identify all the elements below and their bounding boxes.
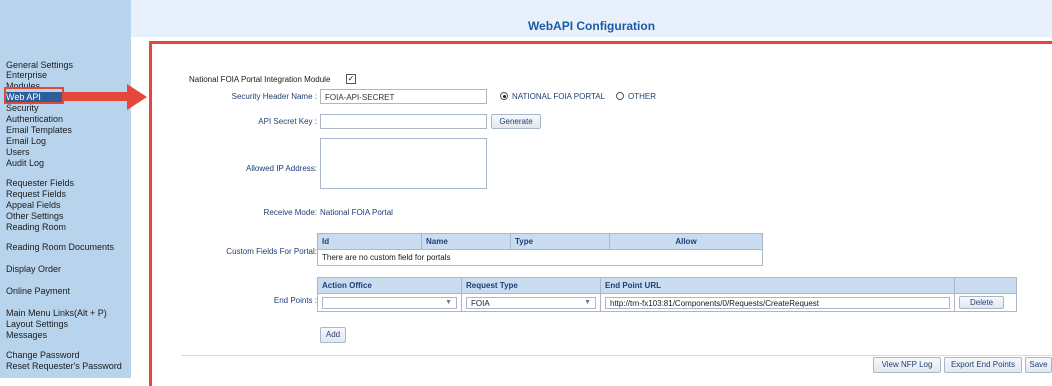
sidebar-item-security[interactable]: Security (6, 103, 39, 113)
security-header-label: Security Header Name : (231, 92, 317, 101)
module-checkbox[interactable]: ✓ (346, 74, 356, 84)
sidebar: General Settings Enterprise Modules Web … (0, 0, 131, 378)
sidebar-item-change-password[interactable]: Change Password (6, 350, 80, 360)
sidebar-item-requester-fields[interactable]: Requester Fields (6, 178, 74, 188)
sidebar-item-reading-room[interactable]: Reading Room (6, 222, 66, 232)
request-type-value: FOIA (471, 298, 490, 308)
sidebar-item-enterprise[interactable]: Enterprise (6, 70, 47, 80)
endpoints-header-url: End Point URL (600, 277, 955, 294)
endpoint-url-cell: http://trn-fx103:81/Components/0/Request… (600, 293, 955, 312)
sidebar-item-reading-room-documents[interactable]: Reading Room Documents (6, 242, 114, 252)
radio-other[interactable] (616, 92, 624, 100)
endpoints-table: Action Office Request Type End Point URL… (317, 277, 1017, 312)
delete-endpoint-button[interactable]: Delete (959, 296, 1005, 309)
header-bar: WebAPI Configuration (131, 0, 1052, 37)
allowed-ip-label: Allowed IP Address: (245, 164, 317, 173)
sidebar-item-layout-settings[interactable]: Layout Settings (6, 319, 68, 329)
radio-other-label: OTHER (628, 92, 656, 101)
api-secret-input[interactable] (320, 114, 487, 129)
custom-fields-header-allow: Allow (609, 233, 763, 250)
endpoint-action-office-cell: ▼ (317, 293, 462, 312)
generate-button[interactable]: Generate (491, 114, 541, 129)
security-header-input[interactable]: FOIA-API-SECRET (320, 89, 487, 104)
endpoint-url-input[interactable]: http://trn-fx103:81/Components/0/Request… (605, 296, 950, 309)
endpoints-header-actions (954, 277, 1017, 294)
request-type-select[interactable]: FOIA ▼ (466, 296, 596, 309)
sidebar-item-reset-requester-password[interactable]: Reset Requester's Password (6, 361, 122, 371)
sidebar-item-display-order[interactable]: Display Order (6, 264, 61, 274)
allowed-ip-textarea[interactable] (320, 138, 487, 189)
export-end-points-button[interactable]: Export End Points (944, 357, 1022, 373)
sidebar-item-other-settings[interactable]: Other Settings (6, 211, 64, 221)
sidebar-item-online-payment[interactable]: Online Payment (6, 286, 70, 296)
annotation-arrow-icon (127, 84, 147, 110)
custom-fields-empty-message: There are no custom field for portals (317, 249, 763, 266)
receive-mode-value: National FOIA Portal (320, 208, 393, 217)
sidebar-item-email-templates[interactable]: Email Templates (6, 125, 72, 135)
sidebar-item-appeal-fields[interactable]: Appeal Fields (6, 200, 61, 210)
endpoint-row: ▼ FOIA ▼ http://trn-fx103:81/Components/… (317, 293, 1017, 312)
endpoint-action-cell: Delete (954, 293, 1017, 312)
chevron-down-icon: ▼ (445, 298, 452, 306)
sidebar-item-request-fields[interactable]: Request Fields (6, 189, 66, 199)
annotation-highlight-box (4, 87, 64, 104)
custom-fields-header-type: Type (510, 233, 610, 250)
custom-fields-header-id: Id (317, 233, 422, 250)
save-button[interactable]: Save (1025, 357, 1052, 373)
endpoints-header-request-type: Request Type (461, 277, 601, 294)
custom-fields-header-name: Name (421, 233, 511, 250)
sidebar-item-messages[interactable]: Messages (6, 330, 47, 340)
receive-mode-label: Receive Mode: (263, 208, 317, 217)
endpoints-label: End Points : (273, 296, 317, 305)
action-office-select[interactable]: ▼ (322, 296, 457, 309)
module-label: National FOIA Portal Integration Module (189, 75, 331, 84)
annotation-arrow-shaft (64, 92, 128, 101)
sidebar-item-audit-log[interactable]: Audit Log (6, 158, 44, 168)
endpoint-request-type-cell: FOIA ▼ (461, 293, 601, 312)
sidebar-item-authentication[interactable]: Authentication (6, 114, 63, 124)
custom-fields-table: Id Name Type Allow There are no custom f… (317, 233, 763, 266)
sidebar-item-main-menu-links[interactable]: Main Menu Links(Alt + P) (6, 308, 107, 318)
page-title: WebAPI Configuration (527, 19, 656, 33)
chevron-down-icon: ▼ (584, 298, 591, 306)
api-secret-label: API Secret Key : (258, 117, 317, 126)
sidebar-item-general-settings[interactable]: General Settings (6, 60, 73, 70)
add-endpoint-button[interactable]: Add (320, 327, 346, 343)
endpoints-header-action-office: Action Office (317, 277, 462, 294)
radio-national-foia-portal-label: NATIONAL FOIA PORTAL (512, 92, 606, 101)
radio-national-foia-portal[interactable] (500, 92, 508, 100)
webapi-form: National FOIA Portal Integration Module … (181, 70, 1052, 356)
custom-fields-label: Custom Fields For Portal: (226, 247, 317, 256)
sidebar-item-users[interactable]: Users (6, 147, 30, 157)
view-nfp-log-button[interactable]: View NFP Log (873, 357, 941, 373)
sidebar-item-email-log[interactable]: Email Log (6, 136, 46, 146)
